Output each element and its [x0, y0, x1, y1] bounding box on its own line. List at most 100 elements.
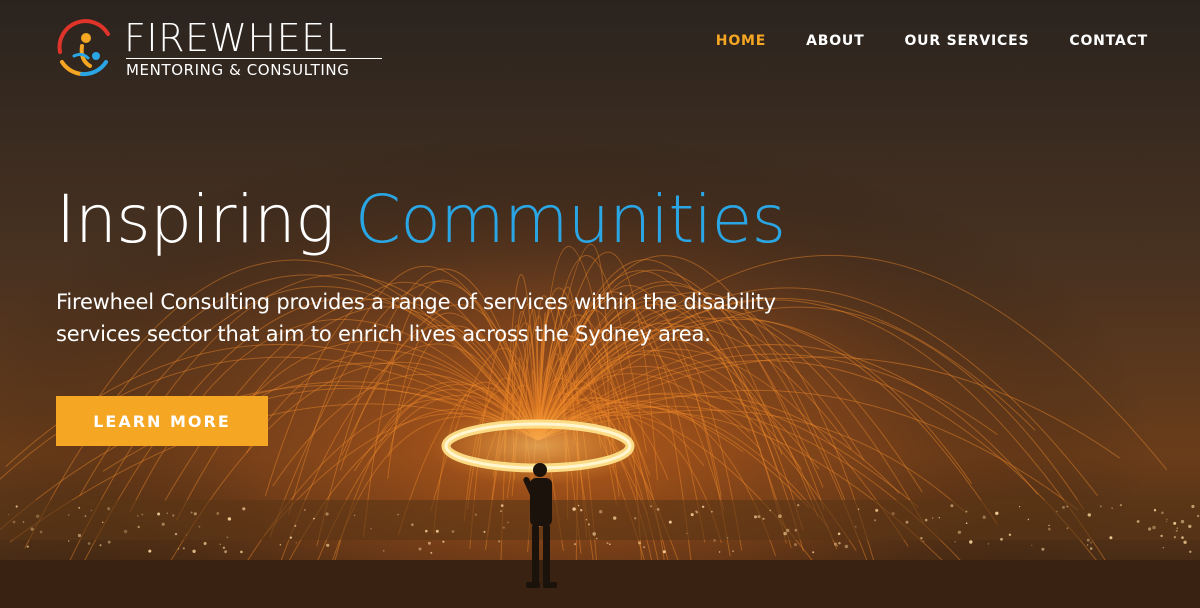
- city-light: [219, 543, 221, 545]
- nav-home[interactable]: HOME: [716, 33, 766, 49]
- city-light: [177, 548, 180, 550]
- city-light: [137, 525, 140, 529]
- city-light: [957, 530, 962, 534]
- city-light: [662, 550, 666, 554]
- city-light: [1166, 520, 1168, 523]
- brand-divider: [126, 58, 382, 59]
- city-light: [68, 540, 70, 542]
- city-light: [279, 543, 282, 546]
- city-light: [711, 510, 713, 513]
- city-light: [141, 513, 144, 516]
- city-light: [1048, 527, 1051, 531]
- city-light: [656, 508, 660, 511]
- city-light: [938, 517, 940, 519]
- city-light: [84, 515, 87, 517]
- city-light: [797, 504, 800, 507]
- city-light: [411, 523, 414, 526]
- city-light: [595, 537, 598, 540]
- city-light: [922, 540, 925, 543]
- city-light: [854, 525, 857, 528]
- city-light: [78, 506, 81, 509]
- city-light: [36, 514, 40, 518]
- city-light: [326, 543, 330, 547]
- city-light: [1109, 536, 1113, 540]
- city-light: [1161, 511, 1164, 515]
- city-light: [599, 510, 603, 514]
- city-light: [1090, 541, 1092, 544]
- city-light: [1175, 529, 1178, 532]
- city-light: [500, 504, 504, 507]
- city-light: [1041, 547, 1045, 551]
- city-light: [313, 517, 315, 520]
- city-light: [987, 543, 990, 545]
- city-light: [216, 512, 220, 515]
- city-light: [304, 509, 306, 511]
- city-light: [1183, 540, 1187, 544]
- learn-more-button[interactable]: LEARN MORE: [56, 396, 268, 446]
- city-light: [174, 532, 178, 536]
- city-light: [1027, 518, 1030, 521]
- city-light: [982, 515, 986, 519]
- city-light: [1173, 521, 1177, 525]
- logo[interactable]: FIREWHEEL MENTORING & CONSULTING: [52, 16, 382, 82]
- city-light: [193, 512, 197, 516]
- city-light: [99, 544, 102, 547]
- city-light: [498, 540, 501, 543]
- city-light: [838, 542, 841, 545]
- main-nav: HOME ABOUT OUR SERVICES CONTACT: [716, 33, 1148, 49]
- city-light: [650, 505, 652, 508]
- city-light: [1086, 544, 1089, 546]
- city-light: [592, 532, 596, 536]
- city-light: [1197, 514, 1200, 518]
- city-light: [1000, 537, 1003, 541]
- nav-contact[interactable]: CONTACT: [1069, 33, 1148, 49]
- city-light: [289, 536, 292, 539]
- city-light: [718, 551, 721, 553]
- city-light: [240, 550, 243, 554]
- city-light: [577, 504, 580, 507]
- nav-about[interactable]: ABOUT: [806, 33, 864, 49]
- city-light: [726, 537, 729, 539]
- city-light: [1173, 536, 1177, 539]
- city-light: [1148, 527, 1152, 531]
- city-light: [690, 513, 694, 517]
- city-light: [1153, 509, 1157, 512]
- city-light: [382, 550, 385, 552]
- city-light: [1086, 538, 1090, 542]
- city-light: [965, 510, 968, 513]
- city-light: [778, 514, 782, 518]
- city-light: [30, 527, 34, 531]
- city-light: [161, 522, 165, 526]
- city-light: [242, 507, 246, 511]
- city-light: [1066, 527, 1069, 530]
- city-light: [172, 514, 175, 517]
- city-light: [370, 527, 372, 530]
- city-light: [182, 547, 185, 550]
- city-light: [783, 531, 787, 536]
- city-light: [107, 507, 111, 511]
- city-light: [500, 510, 502, 513]
- nav-our-services[interactable]: OUR SERVICES: [904, 33, 1029, 49]
- city-light: [995, 511, 999, 515]
- city-light: [354, 514, 356, 516]
- city-light: [1166, 518, 1168, 520]
- city-light: [950, 504, 954, 508]
- city-light: [769, 509, 771, 512]
- city-light: [762, 517, 765, 520]
- city-light: [794, 543, 797, 547]
- city-light: [1191, 504, 1195, 509]
- city-light: [1008, 533, 1012, 536]
- city-light: [185, 534, 188, 536]
- city-light: [580, 509, 583, 512]
- city-light: [931, 517, 934, 519]
- city-light: [1189, 550, 1192, 553]
- city-light: [502, 526, 505, 529]
- city-light: [203, 542, 207, 545]
- city-light: [295, 542, 297, 544]
- city-light: [1162, 547, 1164, 549]
- city-light: [474, 513, 477, 516]
- city-light: [668, 520, 672, 524]
- city-light: [1031, 544, 1033, 546]
- hero-headline: Inspiring Communities: [56, 178, 786, 262]
- city-light: [701, 505, 705, 508]
